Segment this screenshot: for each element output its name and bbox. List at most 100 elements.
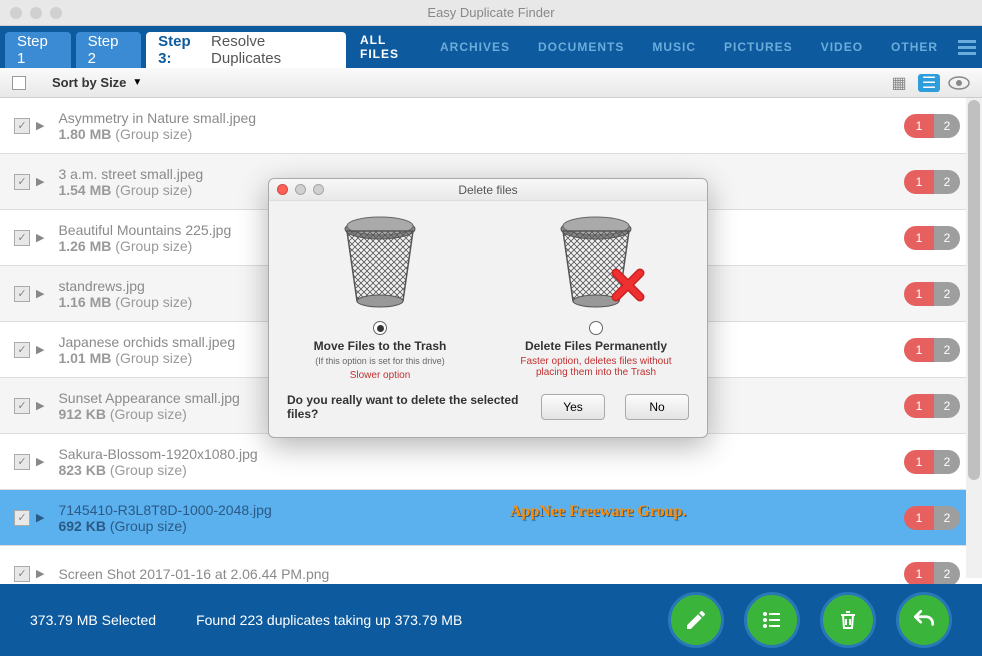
- row-checkbox[interactable]: ✓: [14, 454, 30, 470]
- filter-documents[interactable]: DOCUMENTS: [524, 26, 638, 68]
- dialog-close-icon[interactable]: [277, 184, 288, 195]
- badge-count-2: 2: [934, 170, 960, 194]
- group-badge[interactable]: 1 2: [904, 506, 960, 530]
- expand-icon[interactable]: ▶: [36, 175, 44, 188]
- scroll-thumb[interactable]: [968, 100, 980, 480]
- dialog-minimize-icon: [295, 184, 306, 195]
- group-badge[interactable]: 1 2: [904, 450, 960, 474]
- option-move-to-trash[interactable]: Move Files to the Trash (If this option …: [287, 211, 473, 381]
- option2-note: Faster option, deletes files without pla…: [503, 356, 689, 378]
- badge-count-1: 1: [904, 450, 934, 474]
- file-row[interactable]: ✓ ▶ 7145410-R3L8T8D-1000-2048.jpg 692 KB…: [0, 490, 982, 546]
- option-delete-permanently[interactable]: Delete Files Permanently Faster option, …: [503, 211, 689, 381]
- file-name: Sakura-Blossom-1920x1080.jpg: [58, 446, 968, 462]
- file-row[interactable]: ✓ ▶ Asymmetry in Nature small.jpeg 1.80 …: [0, 98, 982, 154]
- tab-step1[interactable]: Step 1: [5, 32, 71, 68]
- group-badge[interactable]: 1 2: [904, 114, 960, 138]
- filter-pictures[interactable]: PICTURES: [710, 26, 807, 68]
- badge-count-2: 2: [934, 226, 960, 250]
- group-badge[interactable]: 1 2: [904, 282, 960, 306]
- trash-icon: [325, 211, 435, 321]
- file-size: 1.80 MB (Group size): [58, 126, 968, 142]
- expand-icon[interactable]: ▶: [36, 119, 44, 132]
- eye-view-icon[interactable]: [948, 74, 970, 92]
- row-checkbox[interactable]: ✓: [14, 566, 30, 582]
- badge-count-2: 2: [934, 114, 960, 138]
- file-name: Asymmetry in Nature small.jpeg: [58, 110, 968, 126]
- minimize-window-icon[interactable]: [30, 7, 42, 19]
- expand-icon[interactable]: ▶: [36, 567, 44, 580]
- expand-icon[interactable]: ▶: [36, 399, 44, 412]
- option1-title: Move Files to the Trash: [287, 339, 473, 353]
- selected-size-label: 373.79 MB Selected: [30, 612, 156, 628]
- badge-count-2: 2: [934, 562, 960, 586]
- list-view-icon[interactable]: ☰: [918, 74, 940, 92]
- sort-bar: Sort by Size ▼ ▦ ☰: [0, 68, 982, 98]
- group-badge[interactable]: 1 2: [904, 394, 960, 418]
- file-info: Screen Shot 2017-01-16 at 2.06.44 PM.png: [58, 566, 968, 582]
- option1-note: Slower option: [287, 370, 473, 381]
- filter-other[interactable]: OTHER: [877, 26, 952, 68]
- yes-button[interactable]: Yes: [541, 394, 605, 420]
- file-row[interactable]: ✓ ▶ Sakura-Blossom-1920x1080.jpg 823 KB …: [0, 434, 982, 490]
- list-button[interactable]: [744, 592, 800, 648]
- radio-delete-perm[interactable]: [589, 321, 603, 335]
- group-badge[interactable]: 1 2: [904, 170, 960, 194]
- badge-count-1: 1: [904, 506, 934, 530]
- badge-count-2: 2: [934, 282, 960, 306]
- file-info: Asymmetry in Nature small.jpeg 1.80 MB (…: [58, 110, 968, 142]
- tab-step3[interactable]: Step 3: Resolve Duplicates: [146, 32, 346, 68]
- scrollbar[interactable]: [966, 98, 982, 578]
- badge-count-1: 1: [904, 338, 934, 362]
- watermark: AppNee Freeware Group.: [510, 503, 686, 521]
- expand-icon[interactable]: ▶: [36, 343, 44, 356]
- badge-count-2: 2: [934, 450, 960, 474]
- badge-count-1: 1: [904, 562, 934, 586]
- bottom-bar: 373.79 MB Selected Found 223 duplicates …: [0, 584, 982, 656]
- expand-icon[interactable]: ▶: [36, 287, 44, 300]
- expand-icon[interactable]: ▶: [36, 455, 44, 468]
- edit-button[interactable]: [668, 592, 724, 648]
- menu-icon[interactable]: [952, 26, 982, 68]
- trash-x-icon: [541, 211, 651, 321]
- confirm-text: Do you really want to delete the selecte…: [287, 393, 521, 421]
- filter-archives[interactable]: ARCHIVES: [426, 26, 524, 68]
- top-nav-bar: Step 1 Step 2 Step 3: Resolve Duplicates…: [0, 26, 982, 68]
- file-name: Screen Shot 2017-01-16 at 2.06.44 PM.png: [58, 566, 968, 582]
- row-checkbox[interactable]: ✓: [14, 118, 30, 134]
- maximize-window-icon[interactable]: [50, 7, 62, 19]
- delete-dialog: Delete files Move Files to the Trash (If…: [268, 178, 708, 438]
- file-size: 823 KB (Group size): [58, 462, 968, 478]
- row-checkbox[interactable]: ✓: [14, 510, 30, 526]
- step3-label: Step 3:: [158, 33, 206, 67]
- file-info: Sakura-Blossom-1920x1080.jpg 823 KB (Gro…: [58, 446, 968, 478]
- row-checkbox[interactable]: ✓: [14, 398, 30, 414]
- row-checkbox[interactable]: ✓: [14, 230, 30, 246]
- sort-arrow-icon[interactable]: ▼: [132, 77, 142, 88]
- badge-count-2: 2: [934, 506, 960, 530]
- option2-title: Delete Files Permanently: [503, 339, 689, 353]
- row-checkbox[interactable]: ✓: [14, 342, 30, 358]
- expand-icon[interactable]: ▶: [36, 231, 44, 244]
- no-button[interactable]: No: [625, 394, 689, 420]
- row-checkbox[interactable]: ✓: [14, 286, 30, 302]
- close-window-icon[interactable]: [10, 7, 22, 19]
- sort-label[interactable]: Sort by Size: [52, 75, 126, 90]
- badge-count-2: 2: [934, 338, 960, 362]
- badge-count-1: 1: [904, 226, 934, 250]
- filter-video[interactable]: VIDEO: [807, 26, 877, 68]
- radio-move-trash[interactable]: [373, 321, 387, 335]
- filter-tabs: ALL FILES ARCHIVES DOCUMENTS MUSIC PICTU…: [346, 26, 982, 68]
- group-badge[interactable]: 1 2: [904, 338, 960, 362]
- group-badge[interactable]: 1 2: [904, 562, 960, 586]
- grid-view-icon[interactable]: ▦: [888, 74, 910, 92]
- master-checkbox[interactable]: [12, 76, 26, 90]
- trash-button[interactable]: [820, 592, 876, 648]
- expand-icon[interactable]: ▶: [36, 511, 44, 524]
- tab-step2[interactable]: Step 2: [76, 32, 142, 68]
- group-badge[interactable]: 1 2: [904, 226, 960, 250]
- filter-all-files[interactable]: ALL FILES: [346, 26, 426, 68]
- row-checkbox[interactable]: ✓: [14, 174, 30, 190]
- undo-button[interactable]: [896, 592, 952, 648]
- filter-music[interactable]: MUSIC: [638, 26, 710, 68]
